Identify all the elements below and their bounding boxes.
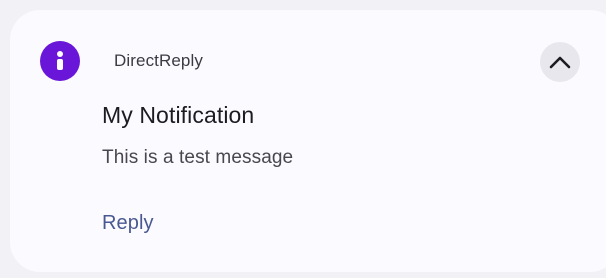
info-icon <box>40 41 80 81</box>
notification-header: DirectReply <box>40 39 203 83</box>
reply-button[interactable]: Reply <box>102 212 154 235</box>
chevron-up-icon <box>549 56 571 69</box>
collapse-button[interactable] <box>540 42 580 82</box>
notification-card[interactable]: DirectReply My Notification This is a te… <box>10 10 606 272</box>
notification-message: This is a test message <box>102 147 294 168</box>
notification-title: My Notification <box>102 102 255 128</box>
app-name: DirectReply <box>114 51 203 70</box>
